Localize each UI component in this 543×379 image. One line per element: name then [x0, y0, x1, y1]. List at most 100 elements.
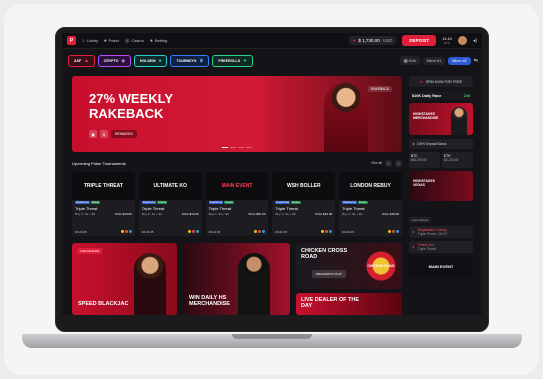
tournament-time: 00:23:45 [208, 230, 221, 234]
freeze-badge: Freeze [291, 201, 301, 204]
players-icon [254, 230, 266, 234]
right-sidebar: ✺ SPIN NOW FOR FREE $10K Daily Race 24h HI… [409, 76, 473, 314]
grid-toggle[interactable]: ▦ Grid [399, 56, 420, 65]
spin-button[interactable]: ✺ SPIN NOW FOR FREE [409, 76, 473, 87]
category-freerolls-label: FREEROLLS [218, 58, 241, 63]
category-tourneys[interactable]: TOURNEYS ♛ [170, 54, 210, 67]
vegas-banner[interactable]: HIGHSTAKES VEGAS [409, 171, 473, 201]
refresh-icon[interactable]: ⇆ [474, 58, 478, 64]
crypto-icon: ◆ [121, 57, 125, 63]
grid-label: Grid [408, 59, 416, 63]
hero-banner[interactable]: 27% WEEKLY RAKEBACK ▣ $ REWARDS RAKEBACK [72, 76, 402, 152]
laptop-notch [232, 334, 312, 339]
deposit-button[interactable]: DEPOSIT [402, 35, 437, 46]
tournament-buyin: Buy in: $1 + $0 [75, 212, 96, 216]
last-game-sub: Triple Threat · 00:23 [417, 232, 447, 236]
dollar-icon[interactable]: $ [100, 130, 108, 138]
live-dealer-day-tile[interactable]: LIVE DEALER OF THE DAY [296, 293, 402, 315]
merch-banner[interactable]: HIGHSTAKES MERCHANDISE [409, 103, 473, 135]
race-title: $10K Daily Race [412, 93, 442, 98]
btc-value: $81,000.00 [411, 158, 427, 162]
clock-zone: UTC [443, 40, 451, 45]
promo-tiles: LIVE DEALER SPEED BLACKJAC WIN DAILY HS … [72, 243, 402, 315]
chicken-title: CHICKEN CROSS ROAD [301, 248, 348, 260]
prev-arrow-icon[interactable]: ‹ [385, 159, 392, 167]
tournament-name: Triple Threat [275, 206, 298, 211]
trophy-icon: ♛ [199, 57, 204, 63]
tournament-card[interactable]: WSH BOLLER Registering Freeze Triple Thre… [272, 172, 336, 236]
next-arrow-icon[interactable]: › [395, 159, 402, 167]
last-game-item[interactable]: ♛ Registration Closing Triple Threat · 00:… [409, 226, 473, 238]
vegas-banner-text: HIGHSTAKES VEGAS [413, 179, 435, 187]
asf-icon: ▲ [84, 58, 89, 63]
merch-title: WIN DAILY HS MERCHANDISE [189, 295, 230, 307]
daily-race[interactable]: $10K Daily Race 24h [409, 91, 473, 100]
sound-icon[interactable]: ◂) [473, 38, 477, 44]
tournament-banner: ULTIMATE KO [138, 172, 202, 200]
deposit-bonus[interactable]: ★ 100% Deposit Bonus [409, 139, 473, 149]
tournament-name: Triple Threat [75, 206, 98, 211]
gift-icon[interactable]: ▣ [89, 130, 97, 138]
tournament-buyin: Buy in: $1 + $0 [275, 212, 296, 216]
tournament-time: 00:23:45 [141, 230, 154, 234]
cards-icon: ♠ [103, 37, 107, 44]
category-holdem-label: HOLDEM [139, 58, 156, 63]
currency-select[interactable]: USD [383, 38, 393, 43]
tournament-card[interactable]: LONDON REBUY Registering Freeze Triple Th… [339, 172, 402, 236]
merch-figure-image [451, 107, 467, 135]
category-holdem[interactable]: HOLDEM ♣ [133, 54, 168, 67]
trophy-icon: ♛ [412, 245, 415, 249]
carousel-dots[interactable] [222, 147, 252, 148]
pragmatic-play-button[interactable]: PRAGMATIC PLAY [312, 270, 346, 278]
nav-poker[interactable]: ♠ Poker [104, 38, 119, 44]
rewards-button[interactable]: REWARDS [111, 130, 137, 138]
chicken-road-logo: CHICKEN ROAD [366, 251, 396, 281]
logo[interactable]: P [67, 36, 76, 45]
tournament-buyin: Buy in: $1 + $0 [208, 212, 229, 216]
players-icon [387, 230, 399, 234]
micro2-select[interactable]: Micro #2 [448, 56, 471, 65]
last-game-item[interactable]: ♛ Freeze Out Triple Threat [409, 241, 473, 253]
ldotd-title: LIVE DEALER OF THE DAY [301, 297, 360, 309]
avatar[interactable] [457, 36, 467, 45]
balance-pill[interactable]: ● $ 1,730.00 USD [348, 36, 397, 45]
tournament-card[interactable]: MAIN EVENT Registering Freeze Triple Thre… [205, 172, 269, 236]
main-event-card[interactable]: MAIN EVENT [409, 256, 473, 278]
merch-tile[interactable]: WIN DAILY HS MERCHANDISE [183, 243, 290, 315]
rakeback-tag: RAKEBACK [368, 86, 392, 92]
dealer-image [134, 253, 166, 315]
chicken-road-tile[interactable]: CHICKEN CROSS ROAD PRAGMATIC PLAY CHICKE… [296, 243, 402, 289]
category-asf[interactable]: ASF ▲ [68, 54, 95, 67]
speed-blackjack-tile[interactable]: LIVE DEALER SPEED BLACKJAC [72, 243, 177, 315]
see-all-link[interactable]: See all [371, 161, 382, 165]
category-asf-label: ASF [74, 58, 82, 63]
eth-price[interactable]: ETH $2,130.65 [442, 152, 473, 168]
category-crypto-label: CRYPTO [103, 58, 119, 63]
category-crypto[interactable]: CRYPTO ◆ [97, 54, 131, 67]
registering-badge: Registering [342, 201, 357, 204]
tournament-buyin: Buy in: $1 + $0 [342, 212, 363, 216]
hero-title: 27% WEEKLY RAKEBACK [89, 91, 173, 121]
tournament-name: Triple Threat [342, 206, 365, 211]
clock: 11:10 UTC [442, 36, 452, 45]
freeze-badge: Freeze [157, 201, 168, 204]
bonus-icon: ★ [412, 142, 415, 146]
tournament-card[interactable]: ULTIMATE KO Registering Freeze Triple Thr… [138, 172, 202, 236]
nav-lobby-label: Lobby [87, 38, 98, 43]
category-freerolls[interactable]: FREEROLLS ✦ [212, 54, 253, 67]
tournament-card[interactable]: TRIPLE THREAT Registering Freeze Triple T… [72, 172, 135, 236]
category-tourneys-label: TOURNEYS [176, 58, 197, 63]
registering-badge: Registering [208, 201, 224, 204]
nav-betting[interactable]: ● Betting [150, 38, 167, 44]
tournament-time: 00:23:45 [275, 230, 288, 234]
btc-price[interactable]: BTC $81,000.00 [409, 152, 440, 168]
freeze-badge: Freeze [357, 201, 368, 204]
micro1-select[interactable]: Micro #1 [422, 56, 446, 65]
nav-lobby[interactable]: ⌂ Lobby [82, 38, 98, 44]
tournament-buyin: Buy in: $1 + $0 [141, 212, 162, 216]
tournament-banner: MAIN EVENT [205, 172, 269, 200]
tournament-prize: Prize $10.00 [315, 212, 333, 216]
nav-casino-label: Casino [131, 38, 144, 43]
hero-model-image [324, 82, 368, 152]
nav-casino[interactable]: ◎ Casino [125, 38, 144, 44]
